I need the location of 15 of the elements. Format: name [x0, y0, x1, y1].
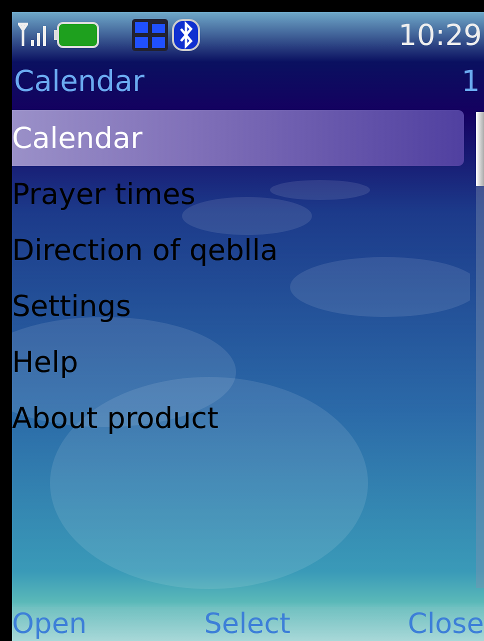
menu-item[interactable]: Prayer times	[12, 166, 476, 222]
menu-item[interactable]: About product	[12, 390, 476, 446]
softkey[interactable]: Close	[408, 610, 484, 638]
softkey[interactable]: Select	[204, 610, 290, 638]
clock-time: 10:29	[398, 20, 482, 50]
menu-item[interactable]: Calendar	[12, 110, 464, 166]
grid-icon	[132, 19, 168, 51]
battery-icon	[54, 21, 100, 49]
menu-item[interactable]: Direction of qeblla	[12, 222, 476, 278]
item-counter: 1	[462, 66, 480, 96]
bluetooth-icon	[172, 19, 200, 51]
menu-item[interactable]: Help	[12, 334, 476, 390]
menu-item[interactable]: Settings	[12, 278, 476, 334]
screen-title: Calendar	[14, 66, 144, 96]
softkey[interactable]: Open	[12, 610, 87, 638]
